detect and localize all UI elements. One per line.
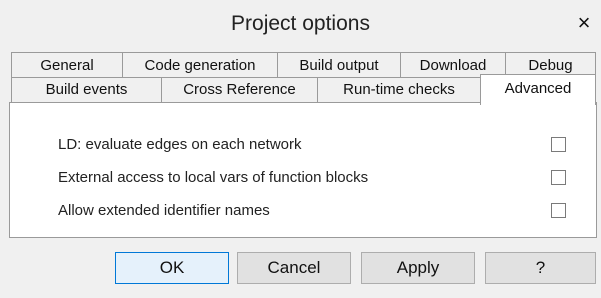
tab-build-output[interactable]: Build output [277,52,401,78]
option-external-access-checkbox[interactable] [551,170,566,185]
option-external-access-label: External access to local vars of functio… [58,169,369,186]
option-ld-evaluate-edges-label: LD: evaluate edges on each network [58,136,302,153]
option-extended-identifiers-label: Allow extended identifier names [58,202,270,219]
ok-button[interactable]: OK [115,252,229,284]
close-icon[interactable]: × [573,11,595,35]
cancel-button[interactable]: Cancel [237,252,351,284]
tab-runtime-checks[interactable]: Run-time checks [317,77,481,103]
tab-code-generation[interactable]: Code generation [122,52,278,78]
option-ld-evaluate-edges-checkbox[interactable] [551,137,566,152]
apply-button[interactable]: Apply [361,252,475,284]
tab-advanced[interactable]: Advanced [480,74,596,105]
tab-build-events[interactable]: Build events [11,77,162,103]
dialog-title: Project options [231,12,370,35]
help-button[interactable]: ? [485,252,596,284]
title-bar: Project options × [0,0,601,50]
button-bar: OK Cancel Apply ? [0,240,601,298]
advanced-options-panel: LD: evaluate edges on each network Exter… [9,102,597,238]
tab-cross-reference[interactable]: Cross Reference [161,77,318,103]
option-extended-identifiers-checkbox[interactable] [551,203,566,218]
tab-general[interactable]: General [11,52,123,78]
tab-strip: General Code generation Build output Dow… [0,52,601,105]
